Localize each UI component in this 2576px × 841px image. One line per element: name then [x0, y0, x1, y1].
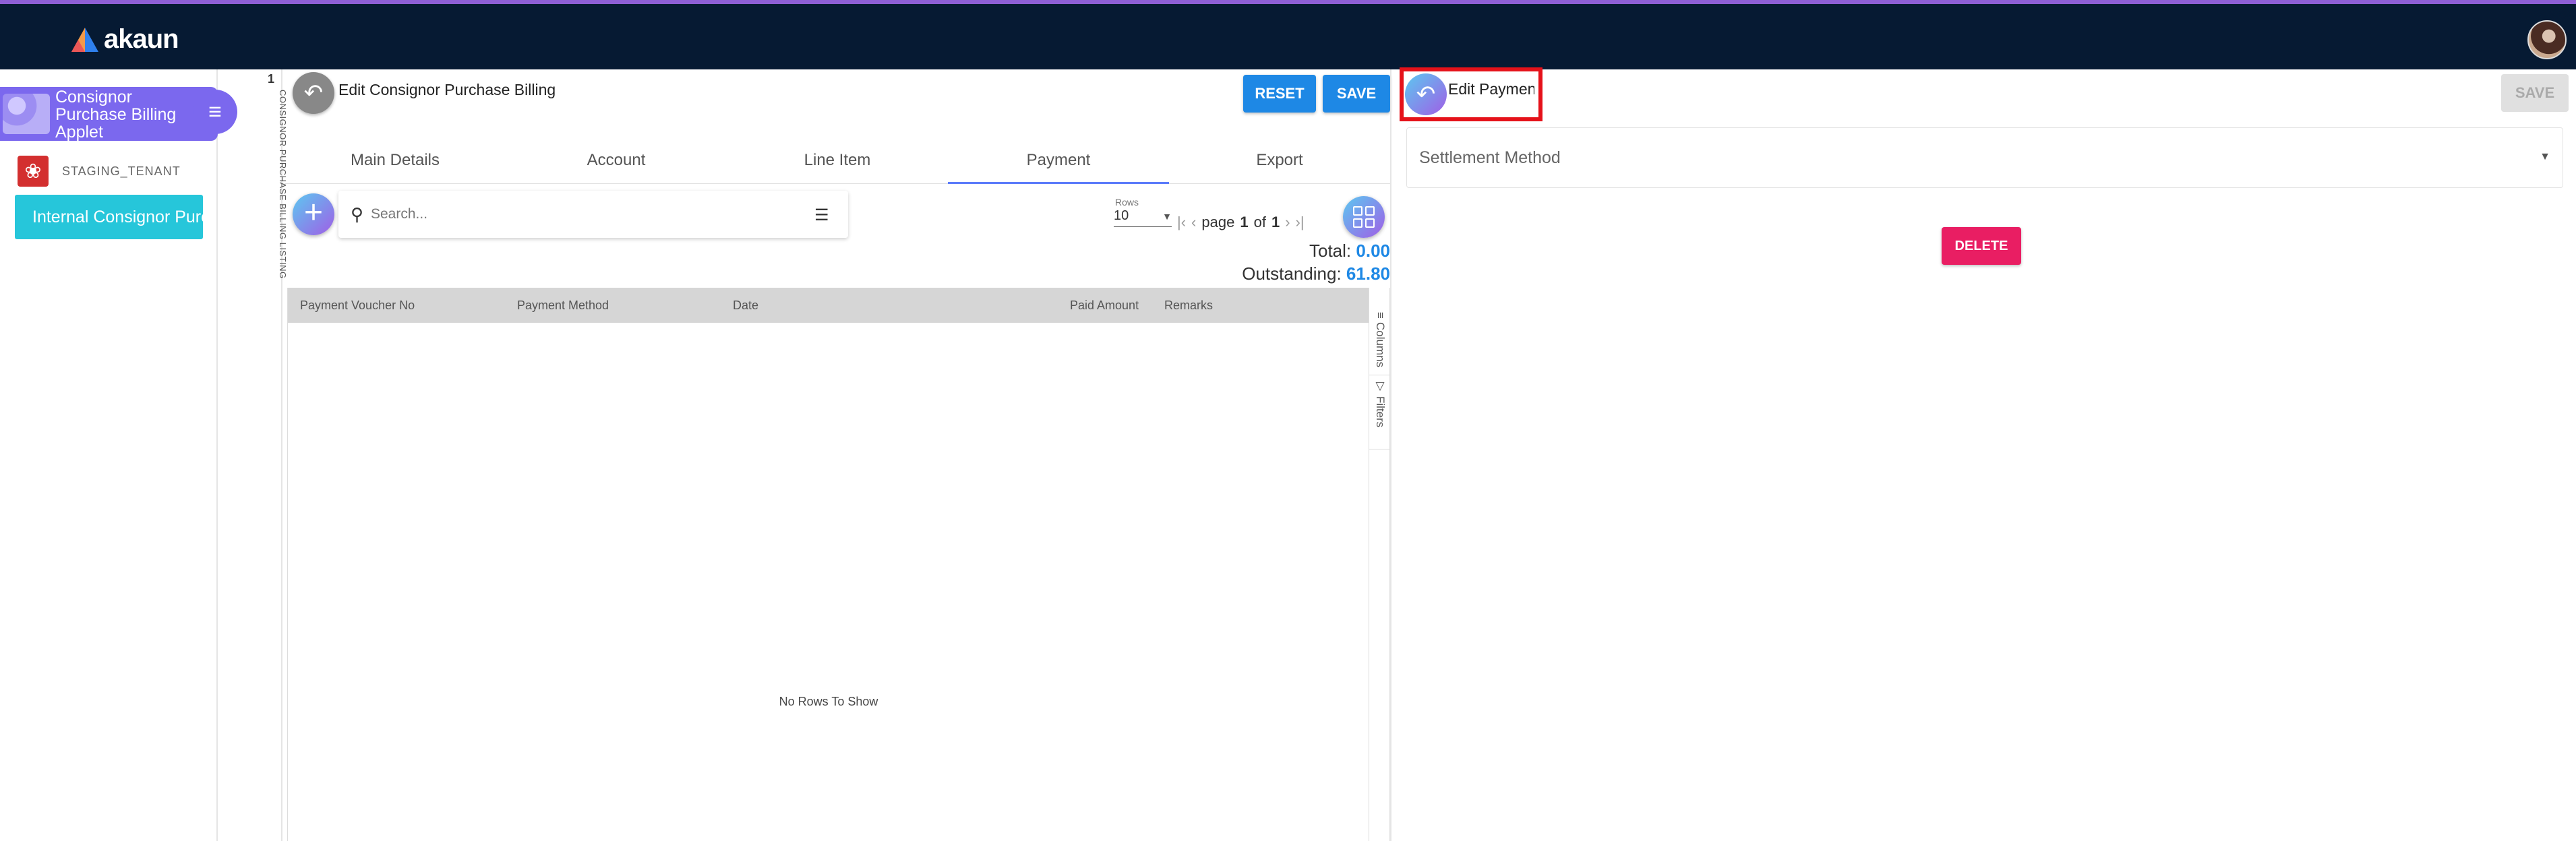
- tab-main-details[interactable]: Main Details: [284, 137, 506, 183]
- rows-label: Rows: [1115, 197, 1139, 208]
- funnel-icon: ▽: [1374, 379, 1387, 396]
- total-summary: Total: 0.00: [1309, 241, 1390, 261]
- column-header-paid-amount[interactable]: Paid Amount: [1070, 299, 1139, 313]
- akaun-logo[interactable]: akaun: [71, 24, 179, 55]
- reset-button[interactable]: RESET: [1243, 75, 1316, 113]
- tenant-logo-icon: ❀: [18, 156, 49, 187]
- tab-bar: Main Details Account Line Item Payment E…: [284, 137, 1390, 184]
- payment-save-button[interactable]: SAVE: [2501, 74, 2569, 112]
- last-page-icon[interactable]: ›|: [1296, 214, 1305, 231]
- outstanding-value: 61.80: [1346, 263, 1390, 284]
- outstanding-label: Outstanding:: [1242, 263, 1342, 284]
- prev-page-icon[interactable]: ‹: [1191, 214, 1196, 231]
- filters-label: Filters: [1374, 396, 1387, 428]
- listing-tab-number: 1: [268, 72, 275, 86]
- table-header: Payment Voucher No Payment Method Date P…: [288, 288, 1369, 323]
- applet-title: Consignor Purchase Billing Applet: [55, 88, 177, 142]
- menu-toggle-button[interactable]: ≡: [193, 90, 237, 134]
- logo-text: akaun: [104, 24, 179, 54]
- current-page: 1: [1240, 214, 1249, 230]
- top-bar: akaun: [0, 0, 2576, 69]
- tenant-name: STAGING_TENANT: [62, 164, 181, 178]
- search-icon: ⚲: [351, 204, 364, 224]
- tenant-row[interactable]: ❀ STAGING_TENANT: [18, 156, 181, 187]
- plus-icon: +: [303, 195, 324, 230]
- tab-export[interactable]: Export: [1169, 137, 1390, 183]
- columns-icon: ≡: [1374, 312, 1387, 322]
- page-title: Edit Consignor Purchase Billing: [338, 81, 556, 98]
- tab-payment[interactable]: Payment: [948, 137, 1169, 184]
- tab-account[interactable]: Account: [506, 137, 727, 183]
- akaun-logo-icon: [71, 27, 98, 52]
- pagination: |‹ ‹ page 1 of 1 › ›|: [1177, 214, 1305, 231]
- payment-table: Payment Voucher No Payment Method Date P…: [287, 288, 1369, 841]
- menu-collapse-icon: ≡: [208, 98, 222, 125]
- page-word: page: [1201, 214, 1235, 230]
- first-page-icon[interactable]: |‹: [1177, 214, 1186, 231]
- chevron-down-icon: ▼: [2540, 151, 2550, 162]
- dropdown-arrow-icon: ▼: [1162, 211, 1172, 222]
- next-page-icon[interactable]: ›: [1285, 214, 1290, 231]
- rows-value: 10: [1114, 208, 1129, 223]
- column-header-payment-method[interactable]: Payment Method: [517, 299, 609, 313]
- edit-payment-panel: ↶ Edit Payment SAVE Settlement Method ▼ …: [1390, 67, 2576, 841]
- filter-icon[interactable]: ☰: [814, 206, 829, 225]
- search-input[interactable]: Search...: [371, 206, 427, 222]
- outstanding-summary: Outstanding: 61.80: [1242, 263, 1390, 284]
- grid-side-tools: ≡ Columns ▽ Filters: [1369, 288, 1391, 841]
- columns-label: Columns: [1374, 321, 1387, 367]
- listing-vertical-tab[interactable]: 1 CONSIGNOR PURCHASE BILLING LISTING: [260, 69, 288, 841]
- of-word: of: [1253, 214, 1266, 230]
- column-header-remarks[interactable]: Remarks: [1164, 299, 1213, 313]
- applet-thumbnail: [3, 94, 50, 134]
- filters-tool[interactable]: ▽ Filters: [1369, 375, 1391, 449]
- highlight-box: [1400, 67, 1542, 121]
- back-arrow-icon: ↶: [303, 80, 324, 106]
- empty-table-message: No Rows To Show: [779, 695, 878, 708]
- total-label: Total:: [1309, 241, 1352, 261]
- sidebar: Consignor Purchase Billing Applet ≡ ❀ ST…: [0, 69, 237, 841]
- grid-icon: [1353, 206, 1375, 228]
- tab-line-item[interactable]: Line Item: [727, 137, 948, 183]
- settlement-method-label: Settlement Method: [1419, 148, 1561, 167]
- edit-billing-panel: ↶ Edit Consignor Purchase Billing RESET …: [284, 69, 1391, 841]
- column-header-date[interactable]: Date: [733, 299, 758, 313]
- user-avatar[interactable]: [2527, 20, 2567, 59]
- search-bar[interactable]: ⚲ Search... ☰: [338, 191, 848, 238]
- sidebar-item-internal-consignor-purchase[interactable]: Internal Consignor Purchase Billing: [15, 195, 203, 239]
- columns-tool[interactable]: ≡ Columns: [1369, 308, 1391, 375]
- save-button[interactable]: SAVE: [1323, 75, 1390, 113]
- total-value: 0.00: [1356, 241, 1390, 261]
- grid-view-button[interactable]: [1343, 196, 1385, 238]
- rows-per-page-select[interactable]: 10 ▼: [1114, 208, 1172, 227]
- total-pages: 1: [1271, 214, 1280, 230]
- applet-card: Consignor Purchase Billing Applet: [0, 87, 218, 141]
- back-button[interactable]: ↶: [293, 72, 334, 114]
- delete-button[interactable]: DELETE: [1942, 227, 2021, 265]
- column-header-payment-voucher-no[interactable]: Payment Voucher No: [300, 299, 415, 313]
- add-payment-button[interactable]: +: [293, 193, 334, 235]
- settlement-method-select[interactable]: Settlement Method ▼: [1406, 127, 2563, 188]
